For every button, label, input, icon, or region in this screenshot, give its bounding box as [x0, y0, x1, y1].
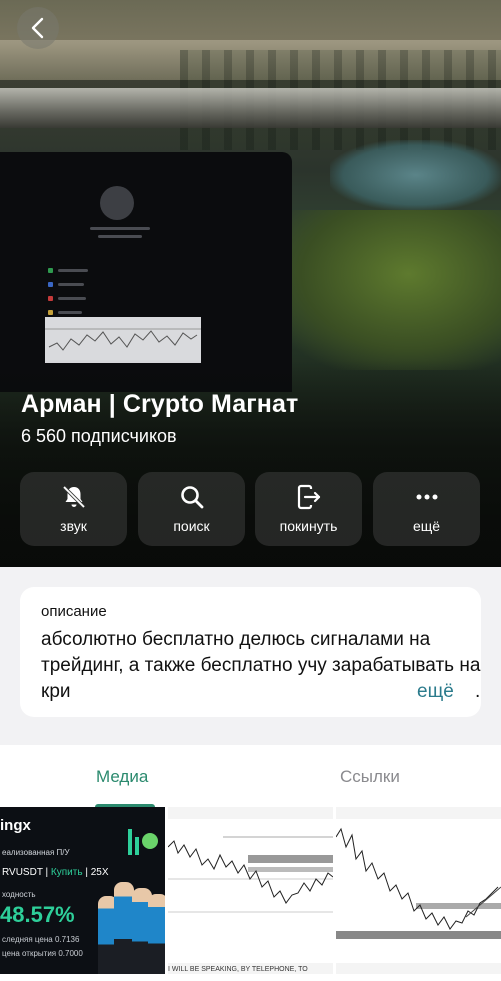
description-label: описание	[41, 603, 107, 620]
screen-line	[90, 227, 150, 230]
search-icon	[180, 486, 203, 509]
screen-line	[58, 297, 86, 300]
thumb-bars-graphic	[128, 829, 160, 855]
leave-button[interactable]: покинуть	[255, 472, 362, 546]
screen-line	[58, 269, 88, 272]
leave-icon	[297, 484, 320, 510]
thumb-text: ходность	[2, 890, 36, 899]
channel-header: Арман | Crypto Магнат 6 560 подписчиков …	[0, 0, 501, 567]
screen-line	[58, 283, 84, 286]
screen-dot	[48, 310, 53, 315]
chart-thumbnail-image	[336, 807, 501, 974]
thumbnail-caption: I WILL BE SPEAKING, BY TELEPHONE, TO	[168, 966, 308, 973]
action-bar: звук поиск покинуть ещё	[20, 472, 501, 546]
bell-slash-icon	[62, 485, 85, 509]
more-dots-icon	[416, 494, 437, 500]
background-pool	[330, 140, 501, 210]
thumb-buy: Купить	[50, 867, 83, 878]
description-card: описание абсолютно бесплатно делюсь сигн…	[20, 587, 481, 717]
mute-label: звук	[60, 518, 87, 534]
background-railing	[0, 88, 501, 128]
thumb-percent: 48.57%	[0, 902, 75, 927]
search-label: поиск	[173, 518, 210, 534]
screen-line	[58, 311, 82, 314]
screen-dot	[48, 268, 53, 273]
channel-title: Арман | Crypto Магнат	[21, 390, 299, 418]
media-thumbnail[interactable]: ingx еализованная П/У RVUSDT | Купить | …	[0, 807, 165, 974]
player-figure	[114, 882, 134, 974]
tab-media[interactable]: Медиа	[96, 767, 148, 787]
more-button[interactable]: ещё	[373, 472, 480, 546]
thumb-pair: RVUSDT | Купить | 25X	[2, 867, 109, 878]
media-thumbnail[interactable]	[336, 807, 501, 974]
screen-avatar	[100, 186, 134, 220]
search-button[interactable]: поиск	[138, 472, 245, 546]
screen-dot	[48, 282, 53, 287]
mute-button[interactable]: звук	[20, 472, 127, 546]
screen-line	[98, 235, 142, 238]
more-label: ещё	[412, 518, 441, 534]
thumb-open-price: цена открытия 0.7000	[2, 949, 83, 958]
screen-dot	[48, 296, 53, 301]
back-button[interactable]	[17, 7, 59, 49]
thumb-players-image	[98, 857, 165, 974]
subscriber-count: 6 560 подписчиков	[21, 426, 177, 446]
description-end: .	[475, 681, 481, 702]
thumb-pair-name: RVUSDT	[2, 867, 43, 878]
screen-chart	[45, 317, 201, 363]
thumb-last-price: следняя цена 0.7136	[2, 935, 80, 944]
tab-links[interactable]: Ссылки	[340, 767, 400, 787]
player-figure	[148, 894, 165, 974]
laptop-image	[0, 152, 292, 392]
leave-label: покинуть	[279, 518, 338, 534]
background-lawn	[270, 210, 501, 370]
description-more-link[interactable]: ещё	[401, 679, 454, 705]
media-thumbnail[interactable]	[168, 807, 333, 974]
thumb-logo: ingx	[0, 817, 31, 834]
chevron-left-icon	[31, 17, 44, 39]
thumb-text: еализованная П/У	[2, 848, 70, 857]
chart-thumbnail-image	[168, 807, 333, 974]
